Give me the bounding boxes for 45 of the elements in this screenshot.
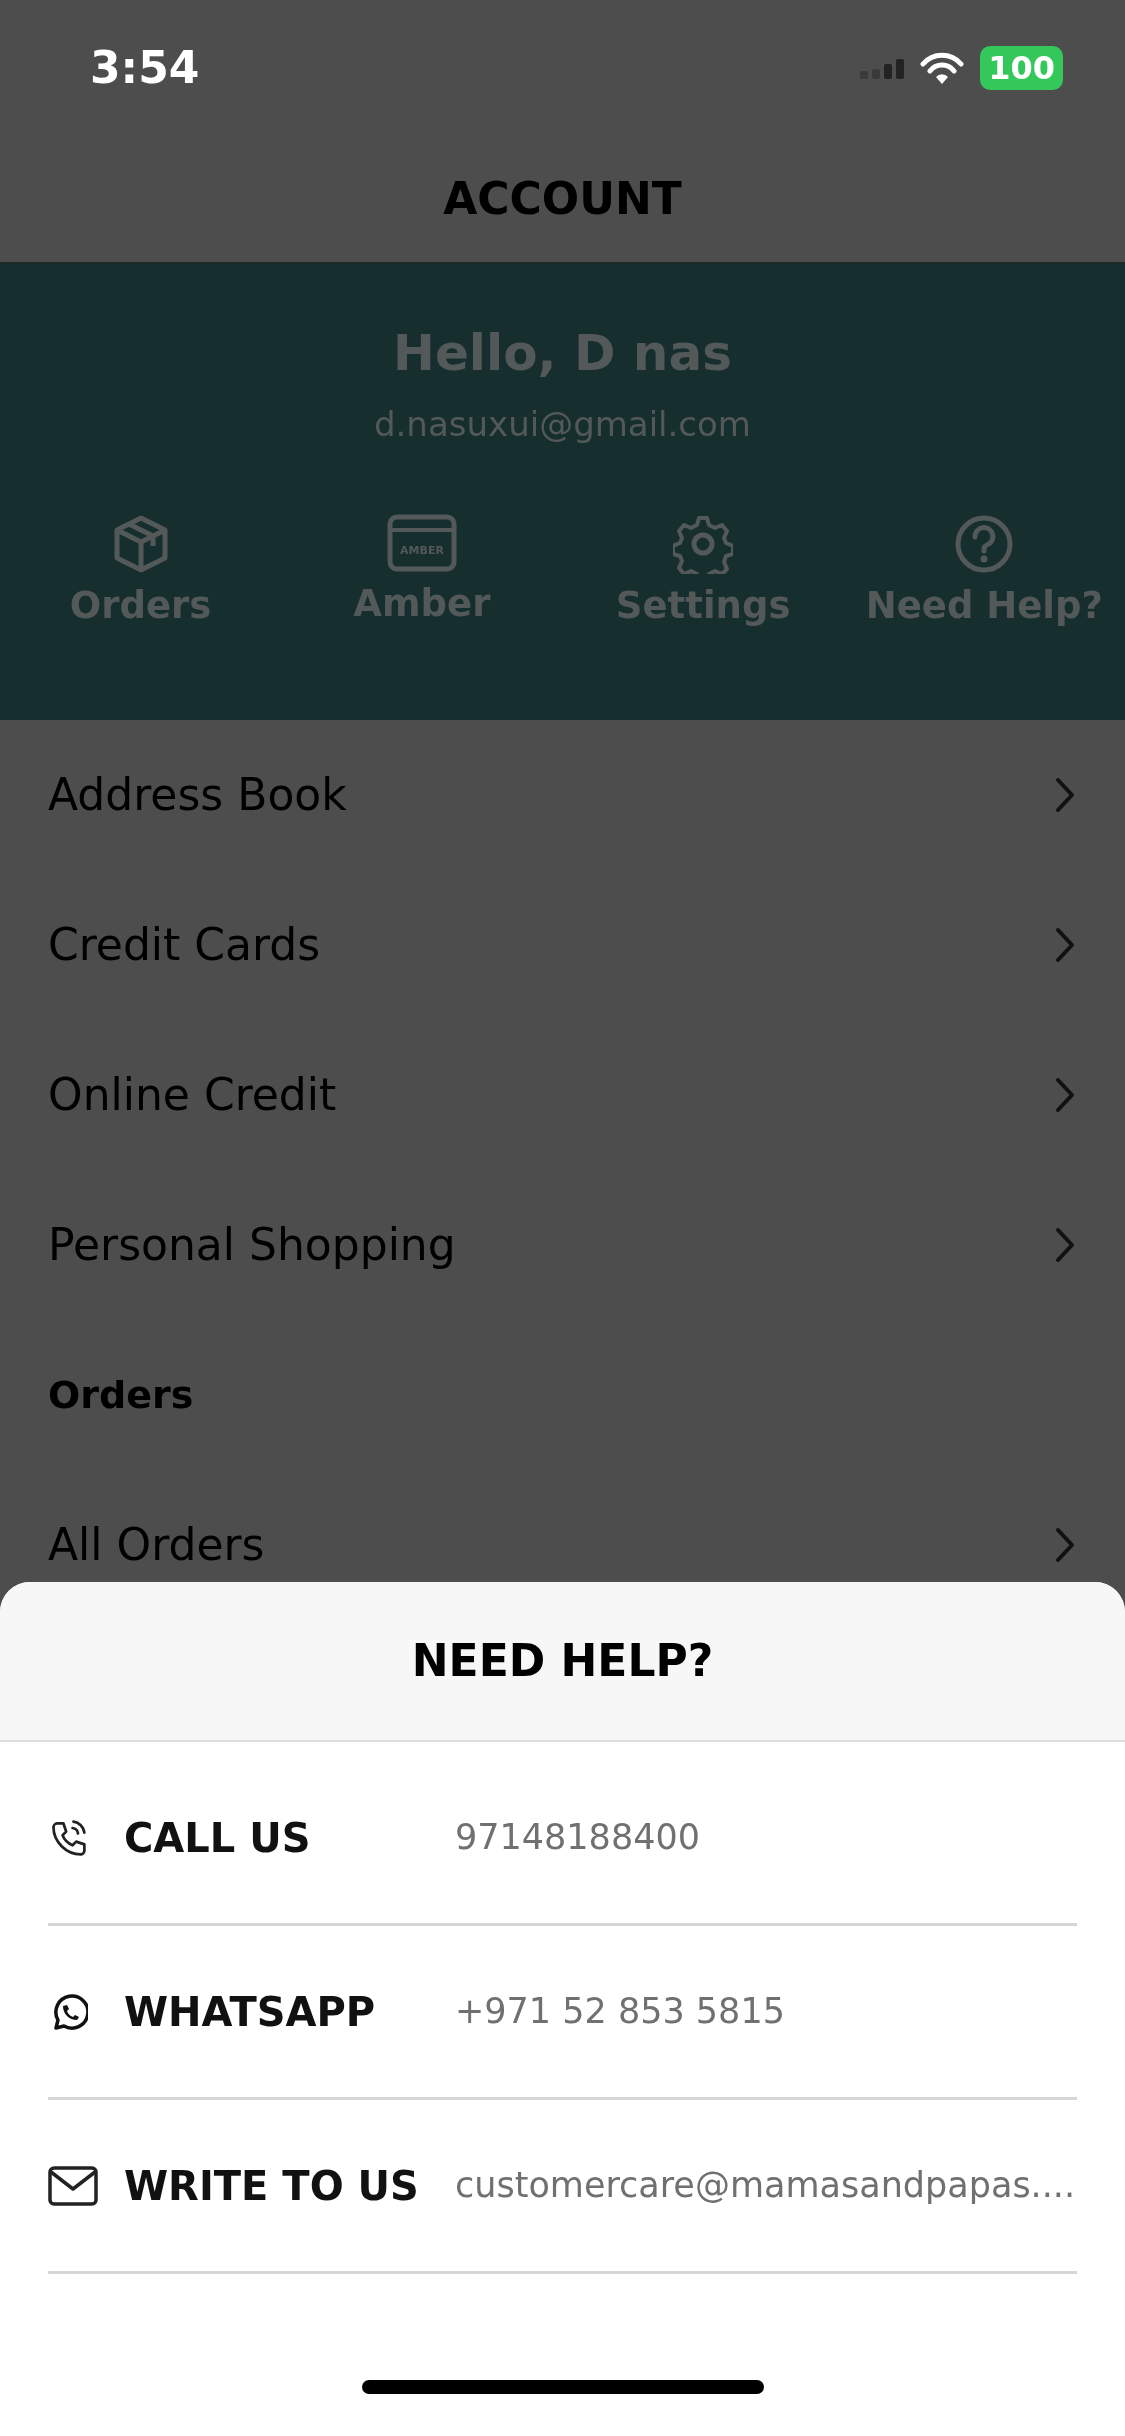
shortcut-label: Need Help?: [865, 583, 1103, 629]
chevron-right-icon: [1055, 1227, 1075, 1263]
menu-item-label: Credit Cards: [48, 918, 321, 972]
shortcut-label: Settings: [615, 583, 791, 629]
shortcut-item[interactable]: Orders: [0, 514, 282, 634]
email-address: d.nasuxui@gmail.com: [373, 403, 752, 446]
contact-value: 97148188400: [455, 1816, 700, 1860]
sheet-title: NEED HELP?: [411, 1634, 714, 1688]
card-icon: AMBER: [386, 514, 457, 572]
contact-row[interactable]: WHATSAPP +971 52 853 5815: [48, 1926, 1077, 2100]
menu-item[interactable]: Credit Cards: [0, 870, 1125, 1020]
contact-value: customercare@mamasandpapas....: [455, 2164, 1076, 2208]
chevron-right-icon: [1055, 927, 1075, 963]
contact-row[interactable]: CALL US 97148188400: [48, 1752, 1077, 1926]
clock: 3:54: [90, 41, 200, 95]
menu-item[interactable]: All Orders: [0, 1470, 1125, 1620]
page-title: ACCOUNT: [443, 172, 682, 226]
shortcut-item[interactable]: AMBER Amber: [281, 514, 563, 634]
section-heading: Orders: [48, 1371, 194, 1419]
greeting: Hello, D nas: [392, 323, 733, 384]
contact-label: WRITE TO US: [124, 2161, 420, 2211]
menu-item-label: All Orders: [48, 1518, 265, 1572]
wifi-icon: [920, 51, 965, 85]
contact-value: +971 52 853 5815: [455, 1990, 785, 2034]
menu-item-label: Address Book: [48, 768, 347, 822]
chevron-right-icon: [1055, 1527, 1075, 1563]
shortcut-label: Orders: [69, 583, 212, 629]
contact-label: CALL US: [124, 1813, 312, 1863]
contact-row[interactable]: WRITE TO US customercare@mamasandpapas....: [48, 2100, 1077, 2274]
battery-level: 100: [980, 46, 1063, 90]
chevron-right-icon: [1055, 1077, 1075, 1113]
menu-item[interactable]: Personal Shopping: [0, 1170, 1125, 1320]
menu-item-label: Online Credit: [48, 1068, 337, 1122]
shortcut-item[interactable]: Settings: [562, 514, 844, 634]
shortcut-label: Amber: [353, 581, 491, 627]
help-icon: [954, 514, 1015, 574]
shortcut-item[interactable]: Need Help?: [843, 514, 1125, 634]
menu-item[interactable]: Address Book: [0, 720, 1125, 870]
signal-icon: [860, 57, 905, 79]
menu-item[interactable]: Online Credit: [0, 1020, 1125, 1170]
contact-label: WHATSAPP: [124, 1987, 377, 2037]
menu-item-label: Personal Shopping: [48, 1218, 456, 1272]
chevron-right-icon: [1055, 777, 1075, 813]
mail-icon: [48, 2165, 98, 2206]
gear-icon: [673, 514, 734, 574]
